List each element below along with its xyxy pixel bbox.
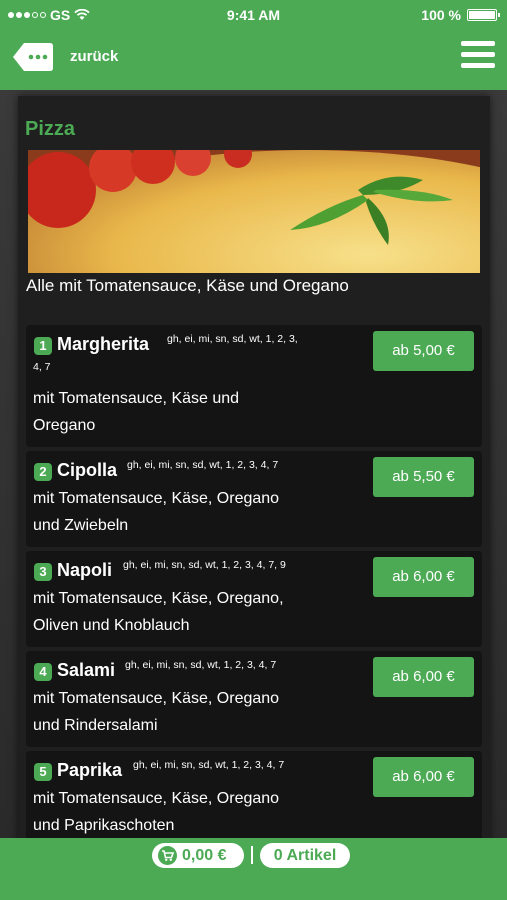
item-number: 3 — [34, 563, 52, 581]
item-number: 4 — [34, 663, 52, 681]
status-right: 100 % — [421, 7, 500, 23]
item-description-line: Oliven und Knoblauch — [33, 617, 190, 634]
cart-bar: 0,00 € 0 Artikel — [0, 838, 507, 900]
category-title: Pizza — [25, 118, 76, 140]
menu-item-cipolla[interactable]: 2 Cipolla gh, ei, mi, sn, sd, wt, 1, 2, … — [26, 451, 482, 547]
cart-count-button[interactable]: 0 Artikel — [260, 843, 350, 868]
item-allergens: gh, ei, mi, sn, sd, wt, 1, 2, 3, — [167, 333, 298, 345]
price-button[interactable]: ab 6,00 € — [373, 757, 474, 797]
price-button[interactable]: ab 5,50 € — [373, 457, 474, 497]
price-button[interactable]: ab 6,00 € — [373, 557, 474, 597]
item-description: mit Tomatensauce, Käse, Oregano und Rind… — [33, 685, 333, 739]
item-number: 5 — [34, 763, 52, 781]
item-description-line: und Paprikaschoten — [33, 817, 175, 834]
item-description-line: und Zwiebeln — [33, 517, 129, 534]
status-bar: GS 9:41 AM 100 % — [0, 0, 507, 30]
battery-label: 100 % — [421, 7, 461, 23]
menu-icon — [461, 41, 495, 46]
menu-item-salami[interactable]: 4 Salami gh, ei, mi, sn, sd, wt, 1, 2, 3… — [26, 651, 482, 747]
back-tag-icon — [13, 43, 53, 71]
item-description-line: mit Tomatensauce, Käse und — [33, 390, 240, 407]
item-allergens: gh, ei, mi, sn, sd, wt, 1, 2, 3, 4, 7, 9 — [123, 559, 286, 571]
item-name: Paprika — [57, 760, 123, 780]
menu-button[interactable] — [461, 41, 495, 71]
price-button[interactable]: ab 6,00 € — [373, 657, 474, 697]
menu-page: Pizza Alle mit Tomatensauce, Käse und Or… — [0, 90, 507, 838]
menu-item-napoli[interactable]: 3 Napoli gh, ei, mi, sn, sd, wt, 1, 2, 3… — [26, 551, 482, 647]
menu-item-paprika[interactable]: 5 Paprika gh, ei, mi, sn, sd, wt, 1, 2, … — [26, 751, 482, 838]
item-description-line: mit Tomatensauce, Käse, Oregano — [33, 490, 280, 507]
item-description-line: mit Tomatensauce, Käse, Oregano — [33, 790, 280, 807]
item-number: 1 — [34, 337, 52, 355]
item-name: Salami — [57, 660, 116, 680]
nav-bar: zurück — [0, 30, 507, 90]
pizza-image — [28, 150, 480, 273]
item-description-line: Oregano — [33, 417, 96, 434]
item-description: mit Tomatensauce, Käse, Oregano, Oliven … — [33, 585, 333, 639]
item-description-line: und Rindersalami — [33, 717, 158, 734]
category-description: Alle mit Tomatensauce, Käse und Oregano — [26, 276, 349, 295]
price-button[interactable]: ab 5,00 € — [373, 331, 474, 371]
back-label[interactable]: zurück — [70, 48, 118, 65]
item-description-line: mit Tomatensauce, Käse, Oregano — [33, 690, 280, 707]
cart-icon — [158, 846, 177, 865]
cart-total-label: 0,00 € — [182, 847, 227, 864]
item-name: Margherita — [57, 334, 150, 354]
item-number: 2 — [34, 463, 52, 481]
cart-divider — [251, 846, 253, 864]
item-description: mit Tomatensauce, Käse, Oregano und Zwie… — [33, 485, 333, 539]
cart-total-button[interactable]: 0,00 € — [152, 843, 244, 868]
item-name: Cipolla — [57, 460, 118, 480]
item-name: Napoli — [57, 560, 113, 580]
item-allergens: gh, ei, mi, sn, sd, wt, 1, 2, 3, 4, 7 — [127, 459, 279, 471]
item-description: mit Tomatensauce, Käse und Oregano — [33, 385, 333, 439]
item-allergens-cont: 4, 7 — [33, 361, 51, 373]
battery-icon — [467, 9, 500, 21]
item-description-line: mit Tomatensauce, Käse, Oregano, — [33, 590, 284, 607]
back-button[interactable] — [12, 42, 54, 72]
category-panel: Pizza Alle mit Tomatensauce, Käse und Or… — [18, 96, 490, 838]
item-allergens: gh, ei, mi, sn, sd, wt, 1, 2, 3, 4, 7 — [133, 759, 285, 771]
item-description: mit Tomatensauce, Käse, Oregano und Papr… — [33, 785, 333, 838]
item-allergens: gh, ei, mi, sn, sd, wt, 1, 2, 3, 4, 7 — [125, 659, 277, 671]
menu-item-margherita[interactable]: 1 Margherita gh, ei, mi, sn, sd, wt, 1, … — [26, 325, 482, 447]
